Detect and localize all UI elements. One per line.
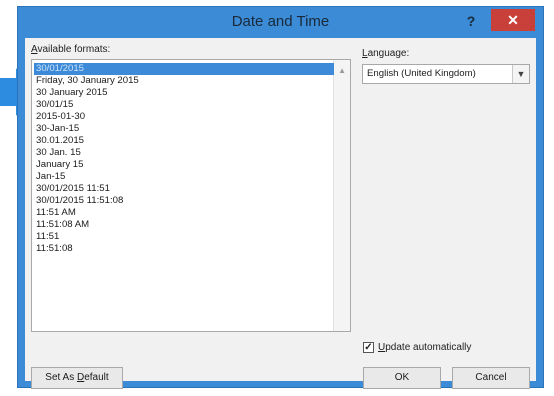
scroll-up-icon[interactable]: ▲ — [338, 66, 346, 75]
ok-button[interactable]: OK — [363, 367, 441, 389]
list-item[interactable]: 30/01/2015 11:51 — [34, 183, 110, 195]
list-item[interactable]: 2015-01-30 — [34, 111, 85, 123]
list-item[interactable]: 30 January 2015 — [34, 87, 107, 99]
list-item[interactable]: 11:51 AM — [34, 207, 76, 219]
list-item[interactable]: 30-Jan-15 — [34, 123, 79, 135]
list-item[interactable]: 30/01/15 — [34, 99, 73, 111]
update-automatically-label[interactable]: Update automatically — [378, 342, 471, 353]
list-item[interactable]: Jan-15 — [34, 171, 65, 183]
cancel-button[interactable]: Cancel — [452, 367, 530, 389]
list-item[interactable]: Friday, 30 January 2015 — [34, 75, 139, 87]
list-item[interactable]: 11:51 — [34, 231, 59, 243]
available-formats-label: Available formats: — [31, 44, 111, 55]
list-item[interactable]: 30 Jan. 15 — [34, 147, 81, 159]
date-time-dialog: Date and Time ? ✕ Available formats: ▲ 3… — [17, 6, 544, 389]
list-item[interactable]: 11:51:08 — [34, 243, 73, 255]
title-bar[interactable]: Date and Time ? ✕ — [18, 7, 543, 37]
list-item[interactable]: 30.01.2015 — [34, 135, 84, 147]
list-item-selected[interactable]: 30/01/2015 — [34, 63, 334, 75]
list-item[interactable]: 30/01/2015 11:51:08 — [34, 195, 123, 207]
list-scrollbar[interactable]: ▲ — [333, 60, 350, 331]
available-formats-list[interactable]: ▲ 30/01/2015 Friday, 30 January 2015 30 Ja… — [31, 59, 351, 332]
chevron-down-icon[interactable]: ▼ — [512, 65, 529, 83]
checkmark-icon: ✓ — [364, 342, 373, 353]
list-item[interactable]: 11:51:08 AM — [34, 219, 89, 231]
close-button[interactable]: ✕ — [491, 9, 535, 31]
language-value: English (United Kingdom) — [367, 68, 476, 79]
close-icon: ✕ — [507, 12, 519, 28]
language-label: Language: — [362, 48, 410, 59]
list-item[interactable]: January 15 — [34, 159, 83, 171]
set-as-default-button[interactable]: Set As Default — [31, 367, 123, 389]
dialog-body: Available formats: ▲ 30/01/2015 Friday, 3… — [25, 38, 536, 389]
help-button[interactable]: ? — [459, 10, 483, 32]
language-select[interactable]: English (United Kingdom) ▼ — [362, 64, 530, 84]
update-automatically-checkbox[interactable]: ✓ — [363, 342, 374, 353]
